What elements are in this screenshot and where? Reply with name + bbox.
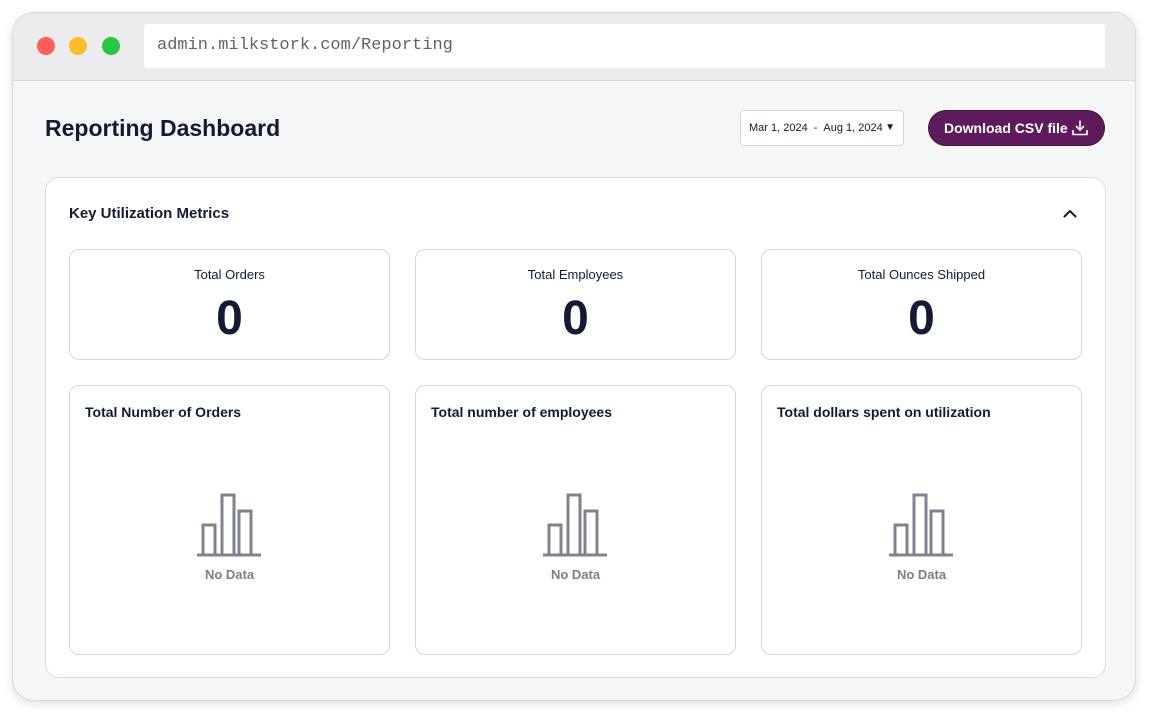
chart-card-total-number-of-orders: Total Number of Orders No Data bbox=[69, 385, 390, 655]
download-csv-button[interactable]: Download CSV file bbox=[928, 110, 1105, 146]
chevron-up-icon[interactable] bbox=[1060, 204, 1080, 224]
bar-chart-icon bbox=[543, 493, 607, 557]
chart-title: Total Number of Orders bbox=[85, 404, 242, 420]
bar-chart-icon bbox=[889, 493, 953, 557]
minimize-window-button[interactable] bbox=[69, 37, 87, 55]
chart-title: Total dollars spent on utilization bbox=[777, 404, 991, 420]
stat-card-total-ounces-shipped: Total Ounces Shipped 0 bbox=[761, 249, 1082, 360]
date-range-picker[interactable]: Mar 1, 2024- Aug 1, 2024 ▼ bbox=[740, 110, 904, 146]
download-icon bbox=[1072, 120, 1088, 136]
no-data-label: No Data bbox=[204, 567, 255, 582]
date-range-start: Mar 1, 2024 bbox=[749, 122, 808, 134]
download-csv-label: Download CSV file bbox=[944, 120, 1068, 136]
browser-titlebar: admin.milkstork.com/Reporting bbox=[13, 13, 1135, 81]
caret-down-icon: ▼ bbox=[885, 122, 895, 133]
address-bar[interactable]: admin.milkstork.com/Reporting bbox=[144, 24, 1105, 68]
panel-title: Key Utilization Metrics bbox=[69, 205, 230, 222]
stat-card-total-orders: Total Orders 0 bbox=[69, 249, 390, 360]
chart-card-total-dollars-spent: Total dollars spent on utilization No Da… bbox=[761, 385, 1082, 655]
stat-value: 0 bbox=[216, 292, 243, 345]
browser-window: admin.milkstork.com/Reporting Reporting … bbox=[12, 12, 1136, 701]
no-data-label: No Data bbox=[550, 567, 601, 582]
stat-value: 0 bbox=[562, 292, 589, 345]
date-range-separator: - bbox=[813, 122, 818, 134]
page-title: Reporting Dashboard bbox=[45, 115, 281, 141]
chart-title: Total number of employees bbox=[431, 404, 612, 420]
stat-card-total-employees: Total Employees 0 bbox=[415, 249, 736, 360]
stat-label: Total Orders bbox=[194, 267, 265, 282]
key-utilization-metrics-panel: Key Utilization Metrics Total Orders 0 T… bbox=[45, 177, 1106, 678]
stat-label: Total Ounces Shipped bbox=[857, 267, 986, 282]
date-range-end: Aug 1, 2024 bbox=[823, 122, 883, 134]
stat-value: 0 bbox=[908, 292, 935, 345]
maximize-window-button[interactable] bbox=[102, 37, 120, 55]
stat-label: Total Employees bbox=[527, 267, 624, 282]
bar-chart-icon bbox=[197, 493, 261, 557]
close-window-button[interactable] bbox=[37, 37, 55, 55]
chart-card-total-number-of-employees: Total number of employees No Data bbox=[415, 385, 736, 655]
no-data-label: No Data bbox=[896, 567, 947, 582]
